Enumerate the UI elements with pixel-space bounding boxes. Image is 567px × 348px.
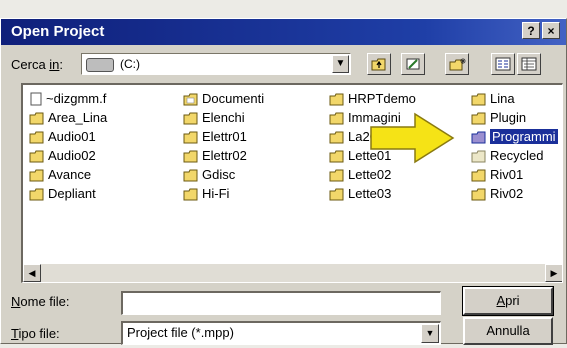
file-item-label: Documenti: [202, 91, 265, 106]
file-item-label: Elettr02: [202, 148, 247, 163]
close-button[interactable]: ×: [542, 22, 560, 39]
file-item-label: Plugin: [490, 110, 527, 125]
filetype-select[interactable]: Project file (*.mpp) ▼: [121, 321, 441, 345]
scroll-right-icon[interactable]: ▶: [545, 264, 562, 282]
file-item[interactable]: HRPTdemo: [329, 89, 416, 108]
file-item[interactable]: Lette02: [329, 165, 391, 184]
folder-icon: [329, 187, 345, 206]
file-item[interactable]: Area_Lina: [29, 108, 107, 127]
horizontal-scrollbar[interactable]: ◀ ▶: [23, 264, 562, 282]
open-button-accel: A: [496, 293, 506, 308]
filename-label-rest: ome file:: [20, 294, 70, 309]
file-item[interactable]: Documenti: [183, 89, 264, 108]
look-in-label-prefix: Cerca: [11, 57, 50, 72]
file-item-label: Area_Lina: [48, 110, 108, 125]
new-folder-icon: [449, 58, 466, 71]
file-item-label: Depliant: [48, 186, 96, 201]
file-item-label: Lette02: [348, 167, 392, 182]
filetype-label: Tipo file:: [11, 326, 60, 341]
filetype-value: Project file (*.mpp): [127, 325, 234, 340]
open-button-rest: pri: [505, 293, 520, 308]
file-item[interactable]: ~dizgmm.f: [29, 89, 106, 108]
chevron-down-icon[interactable]: ▼: [332, 55, 349, 73]
file-item-label: Audio02: [48, 148, 96, 163]
file-item[interactable]: Lette03: [329, 184, 391, 203]
up-folder-icon: [371, 58, 386, 71]
file-item[interactable]: Audio01: [29, 127, 96, 146]
look-in-dropdown[interactable]: (C:) ▼: [81, 53, 351, 75]
help-button[interactable]: ?: [522, 22, 540, 39]
folder-icon: [29, 187, 45, 206]
file-item[interactable]: Recycled: [471, 146, 543, 165]
open-project-dialog: Open Project ? × Cerca in: (C:) ▼ ~dizgm…: [0, 18, 567, 345]
look-in-label-suffix: :: [59, 57, 64, 72]
file-item-label: Lette03: [348, 186, 392, 201]
annotation-arrow-icon: [370, 112, 455, 164]
file-item-label: ~dizgmm.f: [46, 91, 107, 106]
file-item-label: Avance: [48, 167, 92, 182]
file-item-label: Hi-Fi: [202, 186, 230, 201]
file-item-label: Elettr01: [202, 129, 247, 144]
file-item-label: Programmi: [490, 129, 558, 144]
file-item[interactable]: Plugin: [471, 108, 526, 127]
cancel-button[interactable]: Annulla: [463, 317, 553, 345]
file-item[interactable]: Elettr02: [183, 146, 247, 165]
file-item[interactable]: Elenchi: [183, 108, 245, 127]
page: Open Project ? × Cerca in: (C:) ▼ ~dizgm…: [0, 0, 567, 348]
file-item[interactable]: Riv01: [471, 165, 523, 184]
folder-icon: [183, 187, 199, 206]
new-folder-button[interactable]: [445, 53, 469, 75]
file-item[interactable]: Riv02: [471, 184, 523, 203]
list-view-button[interactable]: [491, 53, 515, 75]
file-item-label: Gdisc: [202, 167, 236, 182]
up-folder-button[interactable]: [367, 53, 391, 75]
filename-label: Nome file:: [11, 294, 70, 309]
file-item-label: Audio01: [48, 129, 96, 144]
details-view-button[interactable]: [517, 53, 541, 75]
file-item-label: Riv01: [490, 167, 524, 182]
file-list[interactable]: ~dizgmm.f Area_Lina Audio01 Audio02 Avance De…: [21, 83, 563, 283]
dialog-title: Open Project: [11, 23, 105, 40]
file-item[interactable]: Avance: [29, 165, 91, 184]
look-in-label: Cerca in:: [11, 57, 63, 72]
list-view-icon: [495, 57, 511, 71]
file-item-label: Elenchi: [202, 110, 245, 125]
file-item[interactable]: Elettr01: [183, 127, 247, 146]
filename-input[interactable]: [121, 291, 441, 315]
details-view-icon: [521, 57, 537, 71]
file-item-label: Riv02: [490, 186, 524, 201]
file-item[interactable]: Programmi: [471, 127, 558, 146]
folder-icon: [471, 187, 487, 206]
file-item-label: Lina: [490, 91, 515, 106]
file-item[interactable]: Depliant: [29, 184, 96, 203]
hard-drive-icon: [86, 58, 114, 72]
favorites-button[interactable]: [401, 53, 425, 75]
file-item[interactable]: Lina: [471, 89, 515, 108]
scroll-left-icon[interactable]: ◀: [23, 264, 41, 282]
file-item[interactable]: Gdisc: [183, 165, 235, 184]
look-in-value: (C:): [120, 57, 140, 71]
file-item-label: Recycled: [490, 148, 544, 163]
filetype-label-rest: ipo file:: [18, 326, 60, 341]
filename-label-accel: N: [11, 294, 21, 309]
look-in-label-accel: in: [49, 57, 60, 72]
chevron-down-icon[interactable]: ▼: [421, 324, 439, 343]
title-bar: Open Project ? ×: [1, 19, 566, 45]
open-button[interactable]: Apri: [462, 286, 554, 316]
file-item[interactable]: Audio02: [29, 146, 96, 165]
file-item[interactable]: Hi-Fi: [183, 184, 229, 203]
favorites-icon: [406, 58, 420, 70]
file-item-label: HRPTdemo: [348, 91, 416, 106]
